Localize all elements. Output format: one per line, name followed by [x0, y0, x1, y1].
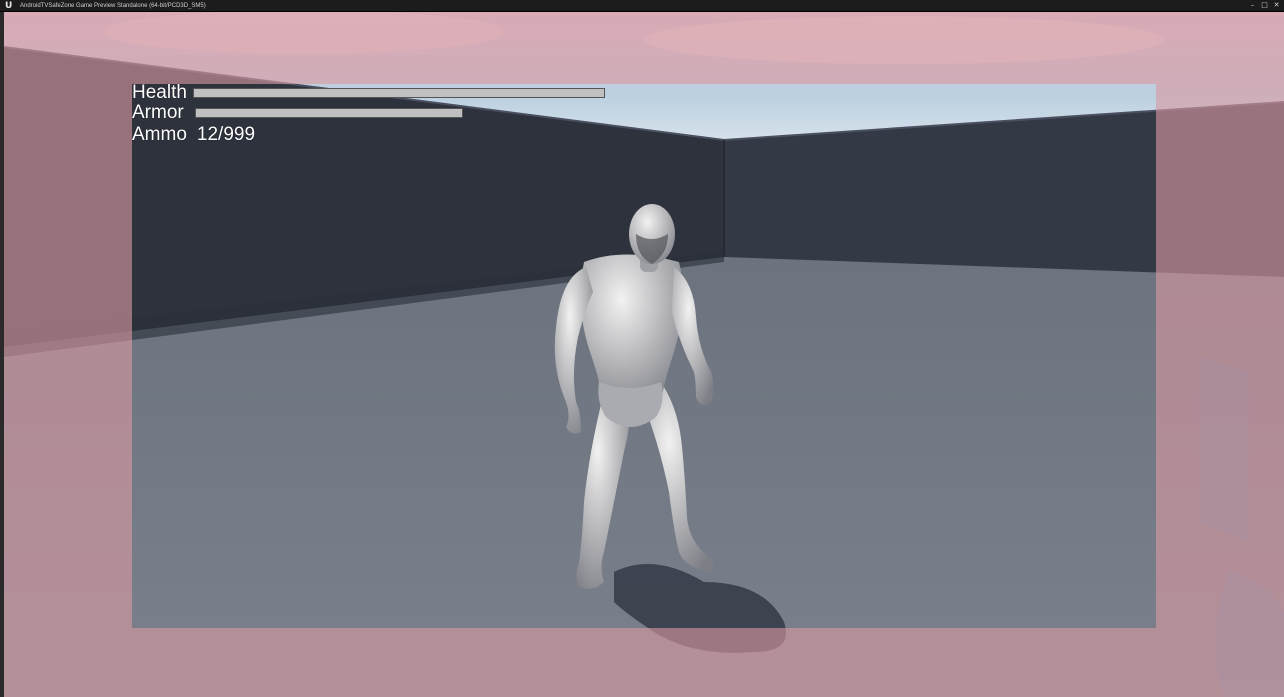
ammo-label: Ammo: [132, 124, 187, 145]
window-frame-left: [0, 12, 4, 697]
window-title: AndroidTVSafeZone Game Preview Standalon…: [20, 2, 206, 9]
window-controls: – □ ✕: [1249, 0, 1280, 11]
title-bar[interactable]: U AndroidTVSafeZone Game Preview Standal…: [0, 0, 1284, 12]
health-row: Health: [132, 83, 605, 103]
close-button[interactable]: ✕: [1273, 2, 1280, 9]
game-window: U AndroidTVSafeZone Game Preview Standal…: [0, 0, 1284, 697]
ammo-row: Ammo 12/999: [132, 125, 605, 145]
health-label: Health: [132, 82, 187, 103]
hud: Health Armor Ammo 12/999: [132, 83, 605, 145]
restore-button[interactable]: □: [1261, 2, 1268, 9]
armor-row: Armor: [132, 103, 605, 123]
minimize-button[interactable]: –: [1249, 2, 1256, 9]
armor-bar: [194, 108, 463, 118]
armor-label: Armor: [132, 102, 184, 123]
ammo-count: 12/999: [196, 124, 256, 145]
health-bar: [192, 88, 605, 98]
unreal-logo-icon: U: [5, 0, 13, 11]
